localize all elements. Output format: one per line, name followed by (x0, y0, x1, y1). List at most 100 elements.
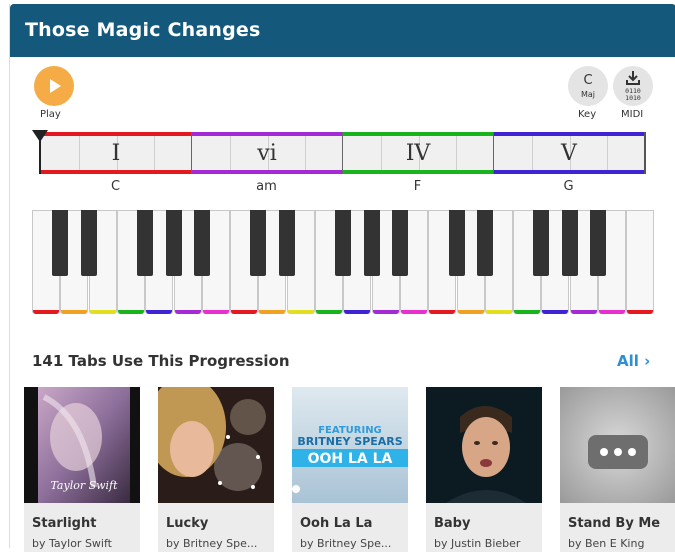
chord-timeline[interactable]: V IV vi I (32, 130, 646, 174)
roman-numeral: vi (257, 141, 277, 166)
download-icon (626, 71, 640, 85)
key-color-stripe (174, 310, 201, 314)
chord-name: am (256, 179, 277, 194)
progression-panel: Those Magic Changes Play C Maj Key 0110 … (9, 4, 675, 552)
piano-black-key[interactable] (52, 210, 69, 276)
piano-black-key[interactable] (278, 210, 295, 276)
key-button[interactable]: C Maj (568, 66, 608, 106)
timeline-end (644, 132, 646, 174)
key-color-stripe (61, 310, 88, 314)
key-color-stripe (542, 310, 569, 314)
card-title: Starlight (32, 516, 97, 531)
piano-black-key[interactable] (363, 210, 380, 276)
piano-black-key[interactable] (137, 210, 154, 276)
chord-color-bar (494, 170, 644, 174)
card-signature: Taylor Swift (50, 479, 118, 492)
song-card-lucky[interactable]: Lucky by Britney Spe... (158, 387, 274, 552)
key-color-stripe (344, 310, 371, 314)
key-color-stripe (287, 310, 314, 314)
chord-color-bar (192, 132, 342, 136)
key-color-stripe (372, 310, 399, 314)
chord-block-1[interactable]: I (40, 132, 191, 174)
card-artist: by Ben E King (568, 537, 645, 550)
key-color-stripe (146, 310, 173, 314)
piano-black-key[interactable] (476, 210, 493, 276)
key-color-stripe (599, 310, 625, 314)
key-color-stripe (485, 310, 512, 314)
all-tabs-link[interactable]: All › (617, 352, 650, 370)
piano-black-key[interactable] (80, 210, 97, 276)
card-title: Lucky (166, 516, 209, 531)
album-thumbnail (426, 387, 542, 503)
piano-black-key[interactable] (561, 210, 578, 276)
key-color-stripe (202, 310, 229, 314)
key-color-stripe (570, 310, 597, 314)
chord-block-2[interactable]: vi (191, 132, 342, 174)
chord-name: C (110, 179, 121, 194)
key-color-stripe (117, 310, 144, 314)
piano-black-key[interactable] (533, 210, 550, 276)
card-artist: by Britney Spe... (166, 537, 258, 550)
key-color-stripe (231, 310, 258, 314)
piano-black-key[interactable] (391, 210, 408, 276)
card-title: Ooh La La (300, 516, 373, 531)
tabs-section-title: 141 Tabs Use This Progression (32, 352, 290, 370)
piano-white-key[interactable] (626, 210, 655, 314)
song-card-starlight[interactable]: Taylor Swift Starlight by Taylor Swift (24, 387, 140, 552)
key-color-stripe (259, 310, 286, 314)
song-card-stand-by-me[interactable]: Stand By Me by Ben E King (560, 387, 675, 552)
piano-black-key[interactable] (250, 210, 267, 276)
piano-black-key[interactable] (193, 210, 210, 276)
page-title: Those Magic Changes (25, 19, 261, 41)
piano-black-key[interactable] (590, 210, 606, 276)
card-title: Baby (434, 516, 471, 531)
key-label: Key (578, 109, 597, 120)
key-value: C (583, 73, 593, 88)
playhead-marker[interactable] (32, 130, 48, 142)
chord-block-4[interactable]: V (493, 132, 644, 174)
song-card-baby[interactable]: Baby by Justin Bieber (426, 387, 542, 552)
card-artist: by Taylor Swift (32, 537, 112, 550)
chord-color-bar (192, 170, 342, 174)
chord-color-bar (343, 132, 493, 136)
chord-color-bar (343, 170, 493, 174)
chord-name: F (413, 179, 422, 194)
album-thumbnail: Taylor Swift (24, 387, 140, 503)
key-color-stripe (514, 310, 541, 314)
card-artist: by Britney Spe... (300, 537, 392, 550)
roman-numeral: I (111, 141, 121, 166)
piano-black-key[interactable] (165, 210, 182, 276)
card-title: Stand By Me (568, 516, 661, 531)
card-artist: by Justin Bieber (434, 537, 521, 550)
header-bar: Those Magic Changes (10, 4, 675, 57)
album-thumbnail: FEATURING BRITNEY SPEARS OOH LA LA (292, 387, 408, 503)
midi-download-button[interactable]: 0110 1010 (613, 66, 653, 106)
key-color-stripe (400, 310, 427, 314)
album-thumbnail (560, 387, 675, 503)
song-card-ooh-la-la[interactable]: FEATURING BRITNEY SPEARS OOH LA LA Ooh L… (292, 387, 408, 552)
play-label: Play (40, 109, 61, 120)
key-mode: Maj (580, 90, 596, 99)
key-color-stripe (429, 310, 456, 314)
key-color-stripe (33, 310, 59, 314)
key-color-stripe (89, 310, 116, 314)
album-thumbnail (158, 387, 274, 503)
play-button[interactable] (34, 66, 74, 106)
chord-name: G (563, 179, 574, 194)
piano-black-key[interactable] (448, 210, 465, 276)
midi-label: MIDI (621, 109, 644, 120)
banner-artist: BRITNEY SPEARS (297, 435, 402, 448)
piano-black-key[interactable] (335, 210, 352, 276)
roman-numeral: IV (405, 141, 431, 166)
key-color-stripe (627, 310, 654, 314)
midi-bits: 0110 1010 (625, 87, 641, 102)
piano-keyboard[interactable] (32, 210, 656, 318)
chord-color-bar (41, 170, 191, 174)
key-color-stripe (316, 310, 342, 314)
banner-song: OOH LA LA (308, 451, 393, 467)
chord-color-bar (41, 132, 191, 136)
play-icon (50, 79, 61, 93)
chord-block-3[interactable]: IV (342, 132, 493, 174)
chord-color-bar (494, 132, 644, 136)
key-color-stripe (457, 310, 484, 314)
